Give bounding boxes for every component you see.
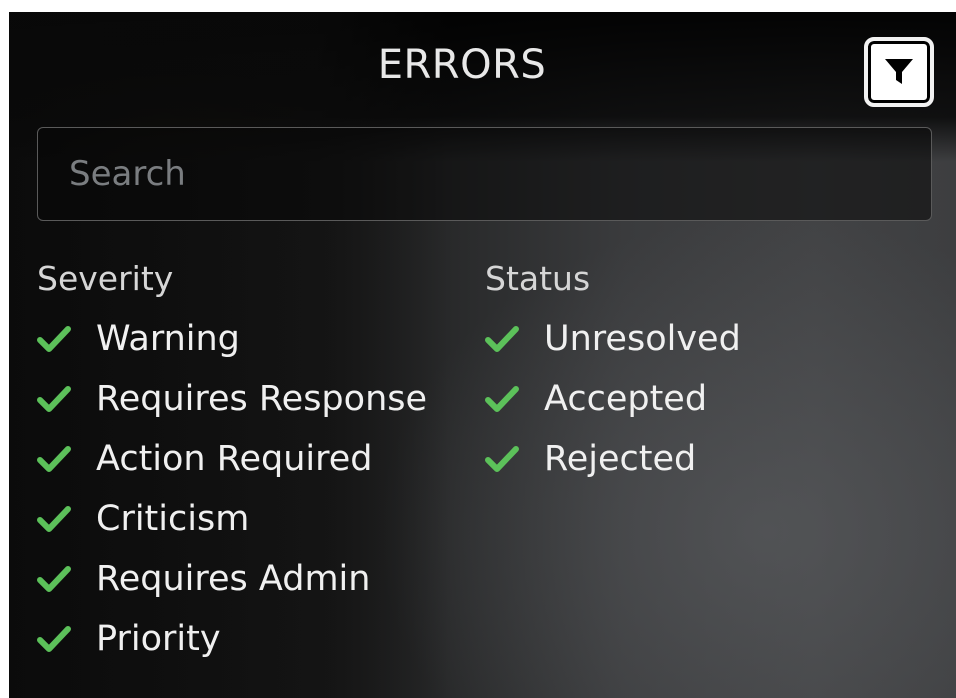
checkmark-icon	[485, 446, 519, 472]
severity-option-label: Action Required	[96, 439, 373, 479]
status-option-label: Accepted	[544, 379, 708, 419]
checkmark-icon	[37, 386, 71, 412]
severity-option-label: Warning	[96, 319, 240, 359]
status-option-accepted[interactable]: Accepted	[485, 369, 741, 429]
severity-option-criticism[interactable]: Criticism	[37, 489, 427, 549]
checkmark-icon	[37, 326, 71, 352]
status-option-label: Rejected	[544, 439, 697, 479]
errors-filter-panel: ERRORS Severity Warning Requires Respons…	[9, 12, 956, 698]
severity-option-requires-admin[interactable]: Requires Admin	[37, 549, 427, 609]
severity-column: Severity Warning Requires Response Actio…	[37, 257, 427, 669]
severity-option-label: Criticism	[96, 499, 250, 539]
checkmark-icon	[37, 626, 71, 652]
severity-option-label: Requires Response	[96, 379, 428, 419]
status-option-rejected[interactable]: Rejected	[485, 429, 741, 489]
status-header: Status	[485, 259, 591, 298]
search-input[interactable]	[37, 127, 932, 221]
severity-option-priority[interactable]: Priority	[37, 609, 427, 669]
severity-option-label: Requires Admin	[96, 559, 371, 599]
panel-title: ERRORS	[377, 42, 547, 88]
status-option-unresolved[interactable]: Unresolved	[485, 309, 741, 369]
checkmark-icon	[485, 386, 519, 412]
status-option-label: Unresolved	[544, 319, 741, 359]
checkmark-icon	[37, 566, 71, 592]
checkmark-icon	[37, 446, 71, 472]
severity-option-warning[interactable]: Warning	[37, 309, 427, 369]
checkmark-icon	[37, 506, 71, 532]
filter-button[interactable]	[864, 37, 934, 107]
funnel-icon	[885, 59, 913, 84]
checkmark-icon	[485, 326, 519, 352]
severity-header: Severity	[37, 259, 174, 298]
severity-option-action-required[interactable]: Action Required	[37, 429, 427, 489]
status-column: Status Unresolved Accepted Rejected	[485, 257, 741, 489]
severity-option-requires-response[interactable]: Requires Response	[37, 369, 427, 429]
severity-option-label: Priority	[96, 619, 221, 659]
